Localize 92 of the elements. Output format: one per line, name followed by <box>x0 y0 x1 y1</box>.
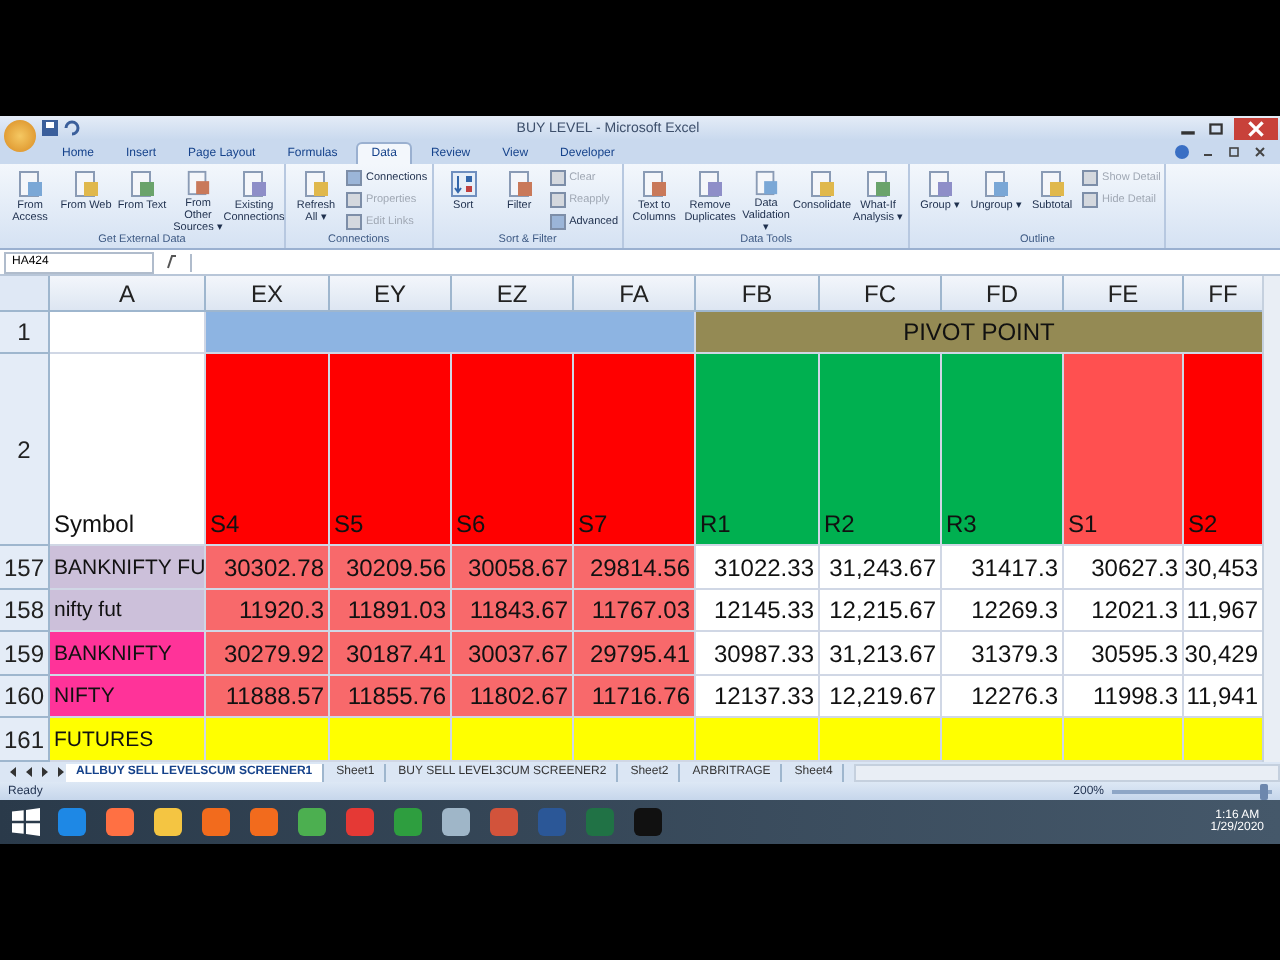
table-cell: S2 <box>1184 354 1263 546</box>
document-icon <box>864 170 893 198</box>
close-icon[interactable] <box>1252 144 1268 160</box>
table-cell: 11888.57 <box>206 676 330 718</box>
table-cell: 31,243.67 <box>820 546 942 590</box>
document-icon <box>72 170 100 198</box>
table-cell: 12269.3 <box>942 590 1064 632</box>
table-cell: 30595.3 <box>1064 632 1184 676</box>
table-cell: NIFTY <box>50 676 206 718</box>
table-cell: R3 <box>942 354 1064 546</box>
table-cell: 30987.33 <box>696 632 820 676</box>
column-header[interactable]: FC <box>820 276 942 312</box>
table-cell: 11716.76 <box>574 676 696 718</box>
restore-icon[interactable] <box>1204 119 1228 137</box>
document-icon <box>640 170 669 198</box>
windows-icon[interactable] <box>12 808 40 836</box>
table-cell: 11855.76 <box>330 676 452 718</box>
table-cell: 30058.67 <box>452 546 574 590</box>
document-icon <box>982 170 1011 198</box>
table-cell: 12,219.67 <box>820 676 942 718</box>
table-cell: 11891.03 <box>330 590 452 632</box>
row-header[interactable]: 161 <box>0 718 50 762</box>
row-header[interactable]: 159 <box>0 632 50 676</box>
table-cell: BANKNIFTY <box>50 632 206 676</box>
table-cell: R2 <box>820 354 942 546</box>
table-cell: 12,215.67 <box>820 590 942 632</box>
table-cell: BANKNIFTY FU <box>50 546 206 590</box>
column-header[interactable]: FB <box>696 276 820 312</box>
document-icon <box>302 170 330 198</box>
table-cell: FUTURES <box>50 718 206 762</box>
save-icon[interactable] <box>42 120 58 136</box>
document-icon <box>16 170 44 198</box>
restore-icon[interactable] <box>1226 144 1242 160</box>
table-cell: 31379.3 <box>942 632 1064 676</box>
column-header[interactable]: EY <box>330 276 452 312</box>
table-cell: 11767.03 <box>574 590 696 632</box>
table-cell: S4 <box>206 354 330 546</box>
row-header[interactable]: 1 <box>0 312 50 354</box>
table-cell: 11843.67 <box>452 590 574 632</box>
table-cell: 30279.92 <box>206 632 330 676</box>
table-cell: 12021.3 <box>1064 590 1184 632</box>
undo-icon[interactable] <box>64 120 80 136</box>
column-header[interactable]: EX <box>206 276 330 312</box>
table-cell: 30302.78 <box>206 546 330 590</box>
table-cell: nifty fut <box>50 590 206 632</box>
document-icon <box>128 170 156 198</box>
document-icon <box>808 170 837 198</box>
table-cell: 12137.33 <box>696 676 820 718</box>
table-cell: 30627.3 <box>1064 546 1184 590</box>
document-icon <box>184 170 212 196</box>
table-cell: Symbol <box>50 354 206 546</box>
table-cell: 30037.67 <box>452 632 574 676</box>
document-icon <box>926 170 955 198</box>
table-cell: 31417.3 <box>942 546 1064 590</box>
table-cell: 11920.3 <box>206 590 330 632</box>
table-cell: S5 <box>330 354 452 546</box>
table-cell: 30187.41 <box>330 632 452 676</box>
table-cell: 29814.56 <box>574 546 696 590</box>
table-cell: 30209.56 <box>330 546 452 590</box>
column-header[interactable]: FF <box>1184 276 1263 312</box>
table-cell: 31,213.67 <box>820 632 942 676</box>
table-cell: 11802.67 <box>452 676 574 718</box>
row-header[interactable]: 158 <box>0 590 50 632</box>
column-header[interactable]: FA <box>574 276 696 312</box>
table-cell: S7 <box>574 354 696 546</box>
table-cell: 12276.3 <box>942 676 1064 718</box>
function-icon[interactable] <box>162 254 182 270</box>
table-cell: 31022.33 <box>696 546 820 590</box>
table-cell: 11998.3 <box>1064 676 1184 718</box>
table-cell: 12145.33 <box>696 590 820 632</box>
document-icon <box>1038 170 1067 198</box>
table-cell: R1 <box>696 354 820 546</box>
table-cell: S1 <box>1064 354 1184 546</box>
document-icon <box>752 170 781 196</box>
merged-cell: PIVOT POINT <box>696 312 1263 354</box>
column-header[interactable]: A <box>50 276 206 312</box>
table-cell: S6 <box>452 354 574 546</box>
document-icon <box>240 170 268 198</box>
vertical-scrollbar[interactable] <box>1262 276 1280 762</box>
column-header[interactable]: EZ <box>452 276 574 312</box>
row-header[interactable]: 2 <box>0 354 50 546</box>
document-icon <box>696 170 725 198</box>
row-header[interactable]: 160 <box>0 676 50 718</box>
table-cell: 29795.41 <box>574 632 696 676</box>
document-icon <box>505 170 534 198</box>
horizontal-scrollbar[interactable] <box>854 763 1280 781</box>
column-header[interactable]: FD <box>942 276 1064 312</box>
sort-icon <box>449 170 478 198</box>
zoom-slider-thumb[interactable] <box>1260 783 1268 799</box>
close-icon[interactable] <box>1232 117 1280 139</box>
row-header[interactable]: 157 <box>0 546 50 590</box>
column-header[interactable]: FE <box>1064 276 1184 312</box>
